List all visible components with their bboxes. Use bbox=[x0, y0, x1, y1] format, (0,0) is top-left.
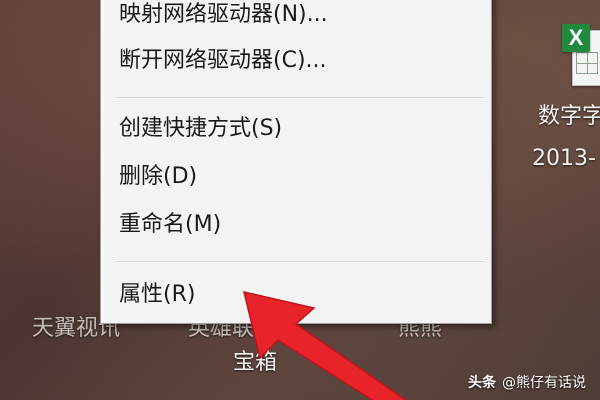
watermark: 头条 @熊仔有话说 bbox=[468, 372, 586, 392]
watermark-author: @熊仔有话说 bbox=[502, 375, 586, 391]
menu-item-disconnect-network-drive[interactable]: 断开网络驱动器(C)... bbox=[119, 41, 485, 81]
watermark-brand: 头条 bbox=[468, 375, 496, 391]
menu-item-map-network-drive[interactable]: 映射网络驱动器(N)... bbox=[119, 0, 485, 35]
context-menu: 映射网络驱动器(N)... 断开网络驱动器(C)... 创建快捷方式(S) 删除… bbox=[100, 0, 492, 324]
menu-separator bbox=[115, 261, 485, 263]
desktop: 天翼视讯 英雄联盟 宝箱 熊熊 X 数字字 2013- 映射网络驱动器(N)..… bbox=[0, 0, 600, 400]
excel-badge-icon: X bbox=[562, 24, 590, 52]
menu-separator bbox=[115, 97, 485, 99]
menu-item-delete[interactable]: 删除(D) bbox=[119, 157, 485, 197]
desktop-file-label-line1[interactable]: 数字字 bbox=[538, 104, 600, 130]
excel-file-icon[interactable]: X bbox=[562, 24, 600, 86]
menu-item-create-shortcut[interactable]: 创建快捷方式(S) bbox=[119, 109, 485, 149]
red-arrow-icon bbox=[242, 290, 407, 400]
desktop-file-label-line2[interactable]: 2013- bbox=[532, 146, 596, 172]
menu-item-rename[interactable]: 重命名(M) bbox=[119, 205, 485, 245]
spreadsheet-grid-icon bbox=[576, 52, 598, 74]
